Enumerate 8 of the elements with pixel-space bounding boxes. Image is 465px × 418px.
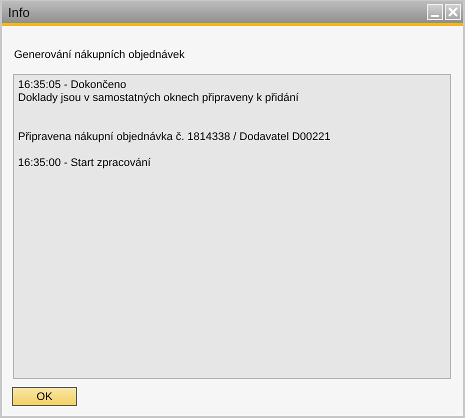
window-title: Info [8,4,30,20]
dialog-heading: Generování nákupních objednávek [13,49,186,61]
close-icon [448,7,458,17]
minimize-button[interactable] [427,4,443,20]
minimize-icon [431,15,439,17]
close-button[interactable] [445,4,461,20]
ok-button[interactable]: OK [12,387,77,406]
log-text: 16:35:05 - Dokončeno Doklady jsou v samostatných oknech připraveny k přidání Připravena nákupní objednávka č. 1814338 / Dodavatel D00221 16:35:00 - Start zpracování [18,79,332,170]
